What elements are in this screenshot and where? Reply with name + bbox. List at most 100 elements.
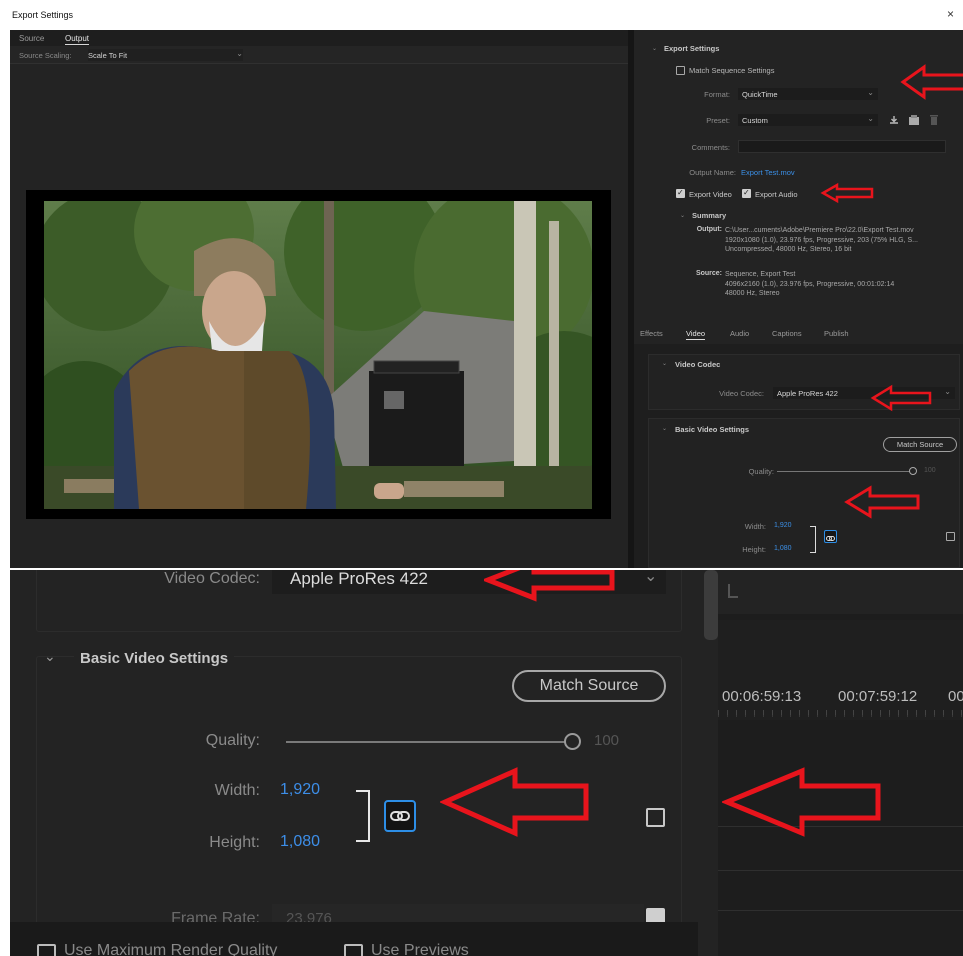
max-render-label: Use Maximum Render Quality [64, 942, 278, 956]
match-source-button[interactable]: Match Source [883, 437, 957, 452]
arrow-annotation [900, 64, 963, 100]
match-sequence-checkbox[interactable] [676, 66, 685, 75]
video-codec-label: Video Codec: [164, 570, 260, 587]
quality-label: Quality: [205, 732, 260, 749]
track-divider [718, 870, 963, 871]
summary-source-line: 4096x2160 (1.0), 23.976 fps, Progressive… [725, 280, 895, 288]
link-icon[interactable] [824, 530, 837, 543]
export-audio-label: Export Audio [755, 190, 798, 199]
arrow-annotation [820, 182, 874, 204]
format-label: Format: [704, 90, 730, 99]
export-video-label: Export Video [689, 190, 732, 199]
summary-source-label: Source: [695, 270, 722, 277]
arrow-annotation [870, 384, 932, 412]
chevron-down-icon: ⌄ [644, 570, 658, 585]
aspect-bracket [810, 526, 816, 553]
quality-slider-handle[interactable] [564, 733, 581, 750]
quality-value: 100 [594, 732, 620, 749]
preset-dropdown[interactable]: Custom ⌄ [738, 114, 878, 126]
quality-value: 100 [924, 467, 936, 474]
arrow-annotation [844, 485, 920, 519]
video-codec-value: Apple ProRes 422 [777, 389, 838, 398]
arrow-annotation [484, 570, 615, 602]
width-label: Width: [744, 522, 766, 531]
export-settings-header: Export Settings [664, 44, 720, 53]
chevron-down-icon[interactable]: ⌄ [662, 425, 667, 432]
preset-value: Custom [742, 116, 768, 125]
quality-slider[interactable] [777, 471, 910, 472]
width-value[interactable]: 1,920 [774, 522, 792, 529]
summary-output-label: Output: [696, 226, 722, 233]
format-dropdown[interactable]: QuickTime ⌄ [738, 88, 878, 100]
max-render-checkbox[interactable] [37, 944, 56, 956]
video-codec-header: Video Codec [675, 360, 721, 369]
preset-label: Preset: [706, 116, 730, 125]
chevron-down-icon: ⌄ [944, 387, 951, 396]
tab-output[interactable]: Output [65, 34, 90, 45]
timecode: 00 [948, 688, 963, 705]
chevron-down-icon[interactable]: ⌄ [680, 212, 685, 219]
aspect-checkbox[interactable] [646, 808, 665, 827]
save-preset-icon[interactable] [888, 114, 900, 126]
zoomed-left-panel: Video Codec: Apple ProRes 422 ⌄ ⌄ Basic … [10, 570, 698, 956]
timeline-ticks [718, 710, 963, 717]
quality-slider-handle[interactable] [909, 467, 917, 475]
use-previews-checkbox[interactable] [344, 944, 363, 956]
summary-header: Summary [692, 211, 727, 220]
height-value[interactable]: 1,080 [280, 833, 320, 851]
summary-output-line: 1920x1080 (1.0), 23.976 fps, Progressive… [725, 236, 918, 244]
output-name-link[interactable]: Export Test.mov [741, 168, 795, 177]
settings-tabs: Effects Video Audio Captions Publish [634, 326, 963, 344]
summary-output-text: C:\User...cuments\Adobe\Premiere Pro\22.… [725, 226, 918, 255]
screenshot-root: Export Settings × Source Output Source S… [0, 0, 963, 956]
height-value[interactable]: 1,080 [774, 545, 792, 552]
quality-label: Quality: [748, 467, 774, 476]
import-preset-icon[interactable] [908, 114, 920, 126]
comments-input[interactable] [738, 140, 946, 153]
tab-publish[interactable]: Publish [824, 329, 849, 338]
quality-slider[interactable] [286, 741, 566, 743]
width-value[interactable]: 1,920 [280, 781, 320, 799]
zoomed-settings-view: Video Codec: Apple ProRes 422 ⌄ ⌄ Basic … [10, 570, 963, 956]
panel-scrollbar[interactable] [704, 570, 718, 640]
match-source-button[interactable]: Match Source [512, 670, 666, 702]
tab-captions[interactable]: Captions [772, 329, 802, 338]
arrow-annotation [440, 767, 589, 837]
tab-video[interactable]: Video [686, 329, 706, 340]
video-settings-panel: ⌄ Video Codec Video Codec: Apple ProRes … [634, 344, 963, 568]
summary-output-line: Uncompressed, 48000 Hz, Stereo, 16 bit [725, 246, 852, 253]
chevron-down-icon[interactable]: ⌄ [652, 45, 657, 52]
format-value: QuickTime [742, 90, 778, 99]
width-label: Width: [214, 782, 260, 799]
close-icon[interactable]: × [947, 7, 954, 21]
zoomed-timeline-panel: 00:06:59:13 00:07:59:12 00 [718, 570, 963, 956]
export-audio-checkbox[interactable] [742, 188, 751, 198]
chevron-down-icon[interactable]: ⌄ [662, 360, 667, 367]
height-label: Height: [209, 834, 260, 851]
timeline-header [718, 570, 963, 614]
arrow-annotation [722, 767, 881, 837]
basic-video-header: Basic Video Settings [675, 425, 750, 434]
delete-preset-icon[interactable] [929, 114, 939, 126]
tab-effects[interactable]: Effects [640, 329, 663, 338]
preview-pane: Source Output Source Scaling: Scale To F… [10, 30, 628, 568]
comments-label: Comments: [691, 143, 730, 152]
window-title: Export Settings [12, 10, 74, 20]
track-divider [718, 910, 963, 911]
summary-source-line: 48000 Hz, Stereo [725, 290, 780, 297]
chevron-down-icon: ⌄ [236, 49, 243, 58]
tab-source[interactable]: Source [19, 34, 44, 43]
output-name-label: Output Name: [689, 168, 736, 177]
source-scaling-dropdown[interactable]: Scale To Fit ⌄ [88, 49, 243, 61]
chevron-down-icon: ⌄ [867, 114, 874, 123]
corner-mark [728, 584, 738, 598]
height-label: Height: [742, 545, 766, 554]
aspect-checkbox[interactable] [946, 532, 955, 541]
link-icon[interactable] [384, 800, 416, 832]
source-scaling-row: Source Scaling: Scale To Fit ⌄ [10, 46, 628, 64]
aspect-bracket [356, 790, 370, 842]
export-video-checkbox[interactable] [676, 188, 685, 198]
tab-audio[interactable]: Audio [730, 329, 749, 338]
source-scaling-label: Source Scaling: [19, 51, 72, 60]
chevron-down-icon[interactable]: ⌄ [44, 648, 56, 665]
